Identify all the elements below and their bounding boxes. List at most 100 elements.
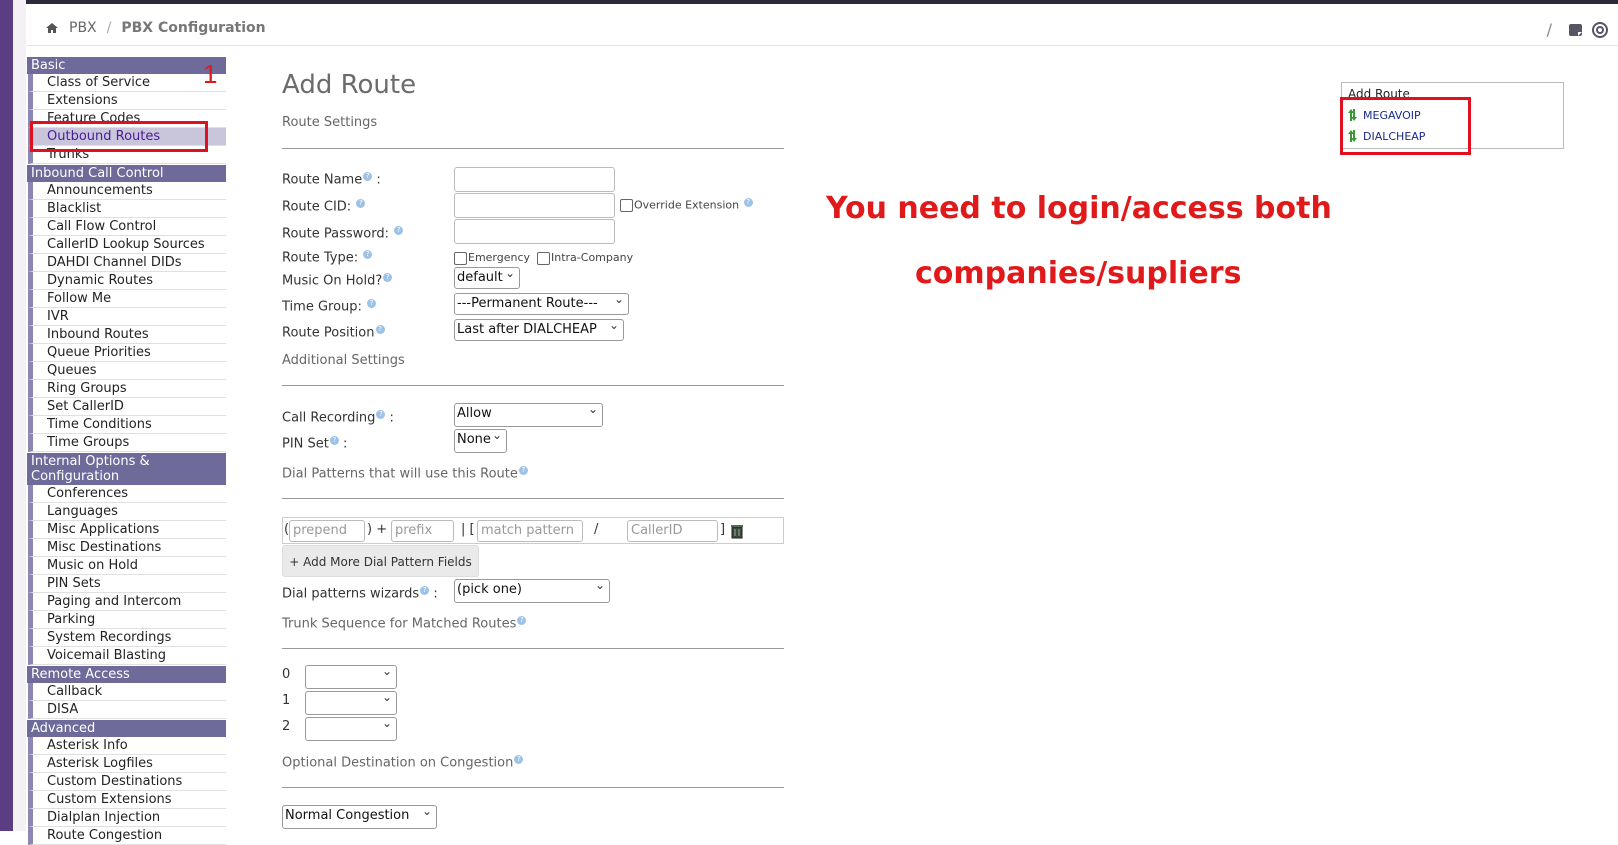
top-window-bar [0,0,1618,4]
pin-set-select[interactable]: None [454,429,507,453]
divider [282,787,784,788]
sidebar-item-inbound-routes[interactable]: Inbound Routes [28,326,226,344]
time-group-label: Time Group: ? [282,299,377,314]
time-group-select[interactable]: ---Permanent Route--- [454,293,629,315]
sidebar-item-route-congestion[interactable]: Route Congestion [28,827,226,845]
help-icon[interactable]: ? [383,273,393,282]
help-icon[interactable]: ? [363,250,373,259]
sidebar-item-class-of-service[interactable]: Class of Service [28,74,226,92]
match-pattern-input[interactable]: match pattern [477,520,583,542]
sidebar-category-advanced: Advanced [27,720,226,737]
sidebar-item-paging-intercom[interactable]: Paging and Intercom [28,593,226,611]
route-password-label: Route Password: ? [282,226,404,241]
sidebar-item-disa[interactable]: DISA [28,701,226,719]
route-position-select[interactable]: Last after DIALCHEAP [454,319,624,341]
sidebar-item-callerid-lookup[interactable]: CallerID Lookup Sources [28,236,226,254]
trash-icon[interactable] [729,523,745,539]
sidebar-item-queues[interactable]: Queues [28,362,226,380]
congestion-select[interactable]: Normal Congestion [282,805,437,829]
help-icon[interactable]: ? [518,466,528,475]
sidebar-item-follow-me[interactable]: Follow Me [28,290,226,308]
intra-company-checkbox[interactable]: Intra-Company [537,251,633,265]
sidebar-item-system-recordings[interactable]: System Recordings [28,629,226,647]
route-name-label: Route Name? : [282,172,381,188]
divider [282,498,784,499]
sidebar-item-announcements[interactable]: Announcements [28,182,226,200]
header-separator: / [1546,20,1552,39]
help-icon[interactable]: ? [394,226,404,235]
prepend-input[interactable]: prepend [289,520,365,542]
left-purple-strip [0,0,13,831]
sidebar-item-custom-extensions[interactable]: Custom Extensions [28,791,226,809]
divider [282,648,784,649]
sidebar-item-misc-applications[interactable]: Misc Applications [28,521,226,539]
wizards-select[interactable]: (pick one) [454,579,610,603]
sidebar-item-dialplan-injection[interactable]: Dialplan Injection [28,809,226,827]
call-recording-select[interactable]: Allow [454,403,603,427]
help-icon[interactable]: ? [376,410,386,419]
sidebar-item-asterisk-info[interactable]: Asterisk Info [28,737,226,755]
help-icon[interactable]: ? [363,172,373,181]
sidebar-item-pin-sets[interactable]: PIN Sets [28,575,226,593]
sidebar-item-custom-destinations[interactable]: Custom Destinations [28,773,226,791]
sidebar-item-call-flow-control[interactable]: Call Flow Control [28,218,226,236]
music-on-hold-select[interactable]: default [454,267,520,289]
note-icon[interactable] [1568,22,1584,38]
sidebar-category-remote: Remote Access [27,666,226,683]
sidebar-item-blacklist[interactable]: Blacklist [28,200,226,218]
section-dial-patterns: Dial Patterns that will use this Route? [282,466,528,481]
help-icon[interactable]: ? [356,199,366,208]
help-icon[interactable]: ? [375,325,385,334]
help-icon[interactable]: ? [367,299,377,308]
sidebar-item-conferences[interactable]: Conferences [28,485,226,503]
sidebar: Basic Class of Service Extensions Featur… [27,56,226,845]
sidebar-item-callback[interactable]: Callback [28,683,226,701]
sidebar-item-ivr[interactable]: IVR [28,308,226,326]
section-route-settings: Route Settings [282,115,378,130]
wizards-label: Dial patterns wizards? : [282,586,438,602]
route-type-label: Route Type: ? [282,250,373,265]
help-icon[interactable]: ? [743,198,753,207]
sidebar-category-internal: Internal Options & Configuration [27,453,226,485]
sidebar-item-voicemail-blasting[interactable]: Voicemail Blasting [28,647,226,665]
sidebar-item-ring-groups[interactable]: Ring Groups [28,380,226,398]
help-icon[interactable]: ? [514,755,524,764]
page-title: Add Route [282,70,417,100]
help-icon[interactable]: ? [329,436,339,445]
sidebar-item-languages[interactable]: Languages [28,503,226,521]
sidebar-item-time-conditions[interactable]: Time Conditions [28,416,226,434]
sidebar-item-set-callerid[interactable]: Set CallerID [28,398,226,416]
route-password-input[interactable] [454,219,615,244]
route-cid-label: Route CID: ? [282,199,366,214]
divider [282,385,784,386]
page-header: PBX / PBX Configuration / [27,12,1618,46]
sidebar-item-parking[interactable]: Parking [28,611,226,629]
sidebar-item-queue-priorities[interactable]: Queue Priorities [28,344,226,362]
sidebar-item-extensions[interactable]: Extensions [28,92,226,110]
route-cid-input[interactable] [454,193,615,218]
help-icon[interactable]: ? [420,586,430,595]
sidebar-item-asterisk-logfiles[interactable]: Asterisk Logfiles [28,755,226,773]
sidebar-item-dahdi-dids[interactable]: DAHDI Channel DIDs [28,254,226,272]
override-extension-checkbox[interactable]: Override Extension ? [620,198,753,213]
trunk-select-1[interactable] [305,691,397,715]
sidebar-item-misc-destinations[interactable]: Misc Destinations [28,539,226,557]
callerid-input[interactable]: CallerID [627,520,718,542]
trunk-select-0[interactable] [305,665,397,689]
sidebar-item-time-groups[interactable]: Time Groups [28,434,226,452]
breadcrumb-pbx[interactable]: PBX [69,20,97,36]
sidebar-item-music-on-hold[interactable]: Music on Hold [28,557,226,575]
add-more-dial-pattern-button[interactable]: + Add More Dial Pattern Fields [282,545,479,577]
breadcrumb-current: PBX Configuration [121,20,266,36]
help-icon[interactable]: ? [517,616,527,625]
prefix-input[interactable]: prefix [391,520,454,542]
section-optional-destination: Optional Destination on Congestion? [282,755,524,770]
help-lifebuoy-icon[interactable] [1592,21,1608,38]
emergency-checkbox[interactable]: Emergency [454,251,530,265]
section-additional-settings: Additional Settings [282,353,405,368]
trunk-select-2[interactable] [305,717,397,741]
home-icon[interactable] [45,21,59,35]
plus-sign: ) + [367,522,388,537]
route-name-input[interactable] [454,167,615,192]
sidebar-item-dynamic-routes[interactable]: Dynamic Routes [28,272,226,290]
